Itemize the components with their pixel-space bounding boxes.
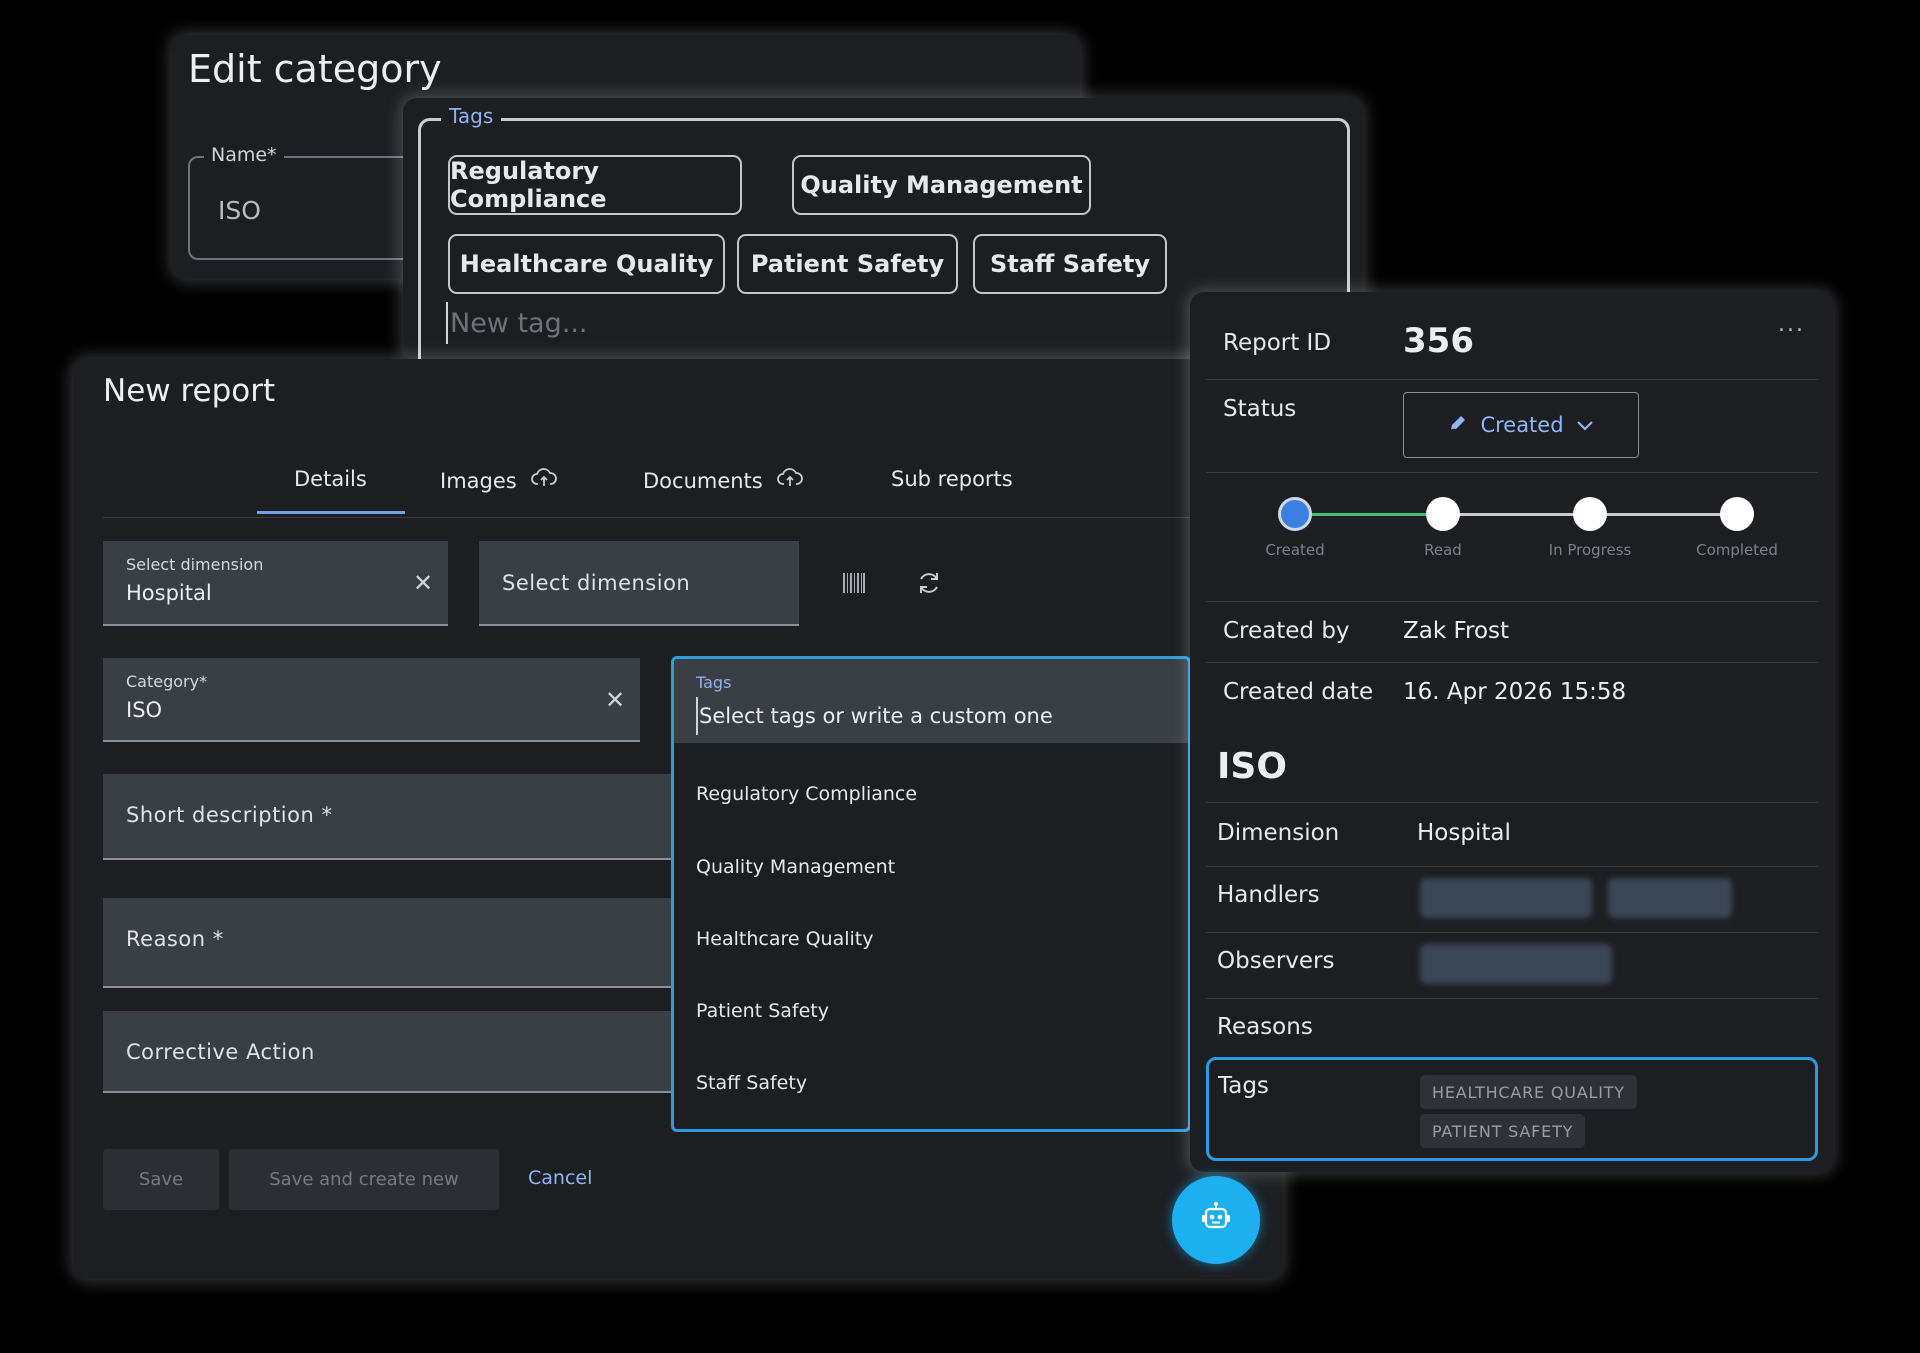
category-select-value: ISO	[126, 698, 163, 722]
tag-option[interactable]: Healthcare Quality	[696, 928, 874, 950]
name-field-value: ISO	[218, 196, 261, 225]
corrective-action-placeholder: Corrective Action	[126, 1040, 315, 1064]
more-options-icon[interactable]: ...	[1778, 312, 1805, 337]
tag-option[interactable]: Staff Safety	[696, 1072, 807, 1094]
active-tab-indicator	[257, 511, 405, 514]
tag-option[interactable]: Patient Safety	[696, 1000, 829, 1022]
divider	[1206, 802, 1818, 803]
tag-option[interactable]: Quality Management	[696, 856, 895, 878]
divider	[1206, 866, 1818, 867]
reason-field[interactable]: Reason *	[103, 898, 703, 988]
observer-avatar-chip[interactable]	[1420, 944, 1612, 984]
handler-avatar-chip[interactable]	[1608, 878, 1732, 918]
short-description-placeholder: Short description *	[126, 803, 333, 827]
tag-chip[interactable]: Healthcare Quality	[448, 234, 725, 294]
tag-chip[interactable]: Quality Management	[792, 155, 1091, 215]
divider	[1206, 998, 1818, 999]
created-by-value: Zak Frost	[1403, 618, 1510, 644]
refresh-icon[interactable]	[916, 570, 942, 600]
dimension-select-value: Hospital	[126, 581, 212, 605]
assistant-robot-button[interactable]	[1172, 1176, 1260, 1264]
tag-chip[interactable]: Staff Safety	[973, 234, 1167, 294]
tag-option[interactable]: Regulatory Compliance	[696, 783, 917, 805]
tab-images[interactable]: Images	[440, 467, 557, 494]
tab-details-label: Details	[294, 467, 367, 491]
tab-sub-reports[interactable]: Sub reports	[891, 467, 1013, 491]
save-and-create-new-button[interactable]: Save and create new	[229, 1149, 499, 1210]
dimension-label: Dimension	[1217, 820, 1340, 846]
corrective-action-field[interactable]: Corrective Action	[103, 1011, 703, 1093]
status-label: Status	[1223, 396, 1297, 422]
progress-line-complete	[1298, 513, 1445, 516]
dimension-select-label: Select dimension	[126, 555, 264, 574]
tags-input-area[interactable]: Tags	[674, 659, 1188, 743]
step-completed-dot[interactable]	[1720, 497, 1754, 531]
step-label: In Progress	[1548, 541, 1632, 559]
tab-sub-reports-label: Sub reports	[891, 467, 1013, 491]
created-date-value: 16. Apr 2026 15:58	[1403, 679, 1627, 705]
created-date-label: Created date	[1223, 679, 1374, 705]
divider	[1206, 379, 1818, 380]
step-created-dot[interactable]	[1278, 497, 1312, 531]
cancel-button[interactable]: Cancel	[528, 1167, 592, 1189]
report-id-value: 356	[1403, 321, 1474, 361]
tags-search-input[interactable]	[696, 697, 1141, 735]
robot-icon	[1199, 1201, 1233, 1239]
step-read-dot[interactable]	[1426, 497, 1460, 531]
tab-documents-label: Documents	[643, 468, 763, 493]
report-id-label: Report ID	[1223, 330, 1332, 356]
second-dimension-placeholder: Select dimension	[502, 571, 691, 595]
dimension-select[interactable]: Select dimension Hospital ✕	[103, 541, 448, 626]
name-field-label: Name*	[204, 144, 284, 166]
handler-avatar-chip[interactable]	[1420, 878, 1592, 918]
status-dropdown[interactable]: Created	[1403, 392, 1639, 458]
chevron-down-icon	[1576, 413, 1594, 437]
dimension-value: Hospital	[1417, 820, 1511, 846]
tab-documents[interactable]: Documents	[643, 467, 803, 494]
clear-icon[interactable]: ✕	[605, 688, 625, 712]
category-select[interactable]: Category* ISO ✕	[103, 658, 640, 742]
tag-chip[interactable]: Patient Safety	[737, 234, 958, 294]
short-description-field[interactable]: Short description *	[103, 774, 703, 860]
save-button[interactable]: Save	[103, 1149, 219, 1210]
report-details-panel: ... Report ID 356 Status Created Created…	[1190, 292, 1833, 1172]
tags-dropdown: Tags Regulatory Compliance Quality Manag…	[671, 656, 1191, 1132]
observers-label: Observers	[1217, 948, 1335, 974]
pencil-icon	[1448, 413, 1468, 438]
new-tag-input[interactable]	[446, 302, 932, 344]
cloud-upload-icon	[530, 467, 557, 494]
divider	[1206, 932, 1818, 933]
step-in-progress-dot[interactable]	[1573, 497, 1607, 531]
step-label: Created	[1265, 541, 1325, 559]
tags-fieldset-label: Tags	[441, 104, 502, 128]
tab-details[interactable]: Details	[294, 467, 367, 491]
tags-input-label: Tags	[696, 673, 732, 692]
tag-badge: HEALTHCARE QUALITY	[1420, 1075, 1637, 1109]
barcode-icon[interactable]	[843, 573, 865, 597]
divider	[1206, 662, 1818, 663]
tag-chip[interactable]: Regulatory Compliance	[448, 155, 742, 215]
tags-section: Tags HEALTHCARE QUALITY PATIENT SAFETY	[1206, 1057, 1818, 1161]
cloud-upload-icon	[776, 467, 803, 494]
second-dimension-select[interactable]: Select dimension	[479, 541, 799, 626]
handlers-label: Handlers	[1217, 882, 1320, 908]
status-value: Created	[1480, 413, 1564, 437]
step-label: Completed	[1696, 541, 1778, 559]
category-heading: ISO	[1217, 746, 1287, 787]
tags-label: Tags	[1218, 1073, 1269, 1099]
category-select-label: Category*	[126, 672, 208, 691]
clear-icon[interactable]: ✕	[413, 571, 433, 595]
tab-images-label: Images	[440, 468, 517, 493]
edit-category-title: Edit category	[188, 47, 442, 91]
step-label: Read	[1424, 541, 1462, 559]
divider	[1206, 472, 1818, 473]
new-report-title: New report	[103, 373, 276, 409]
tabs-divider	[103, 517, 1283, 518]
divider	[1206, 601, 1818, 602]
reasons-label: Reasons	[1217, 1014, 1313, 1040]
created-by-label: Created by	[1223, 618, 1350, 644]
tag-badge: PATIENT SAFETY	[1420, 1114, 1586, 1148]
reason-placeholder: Reason *	[126, 927, 224, 951]
